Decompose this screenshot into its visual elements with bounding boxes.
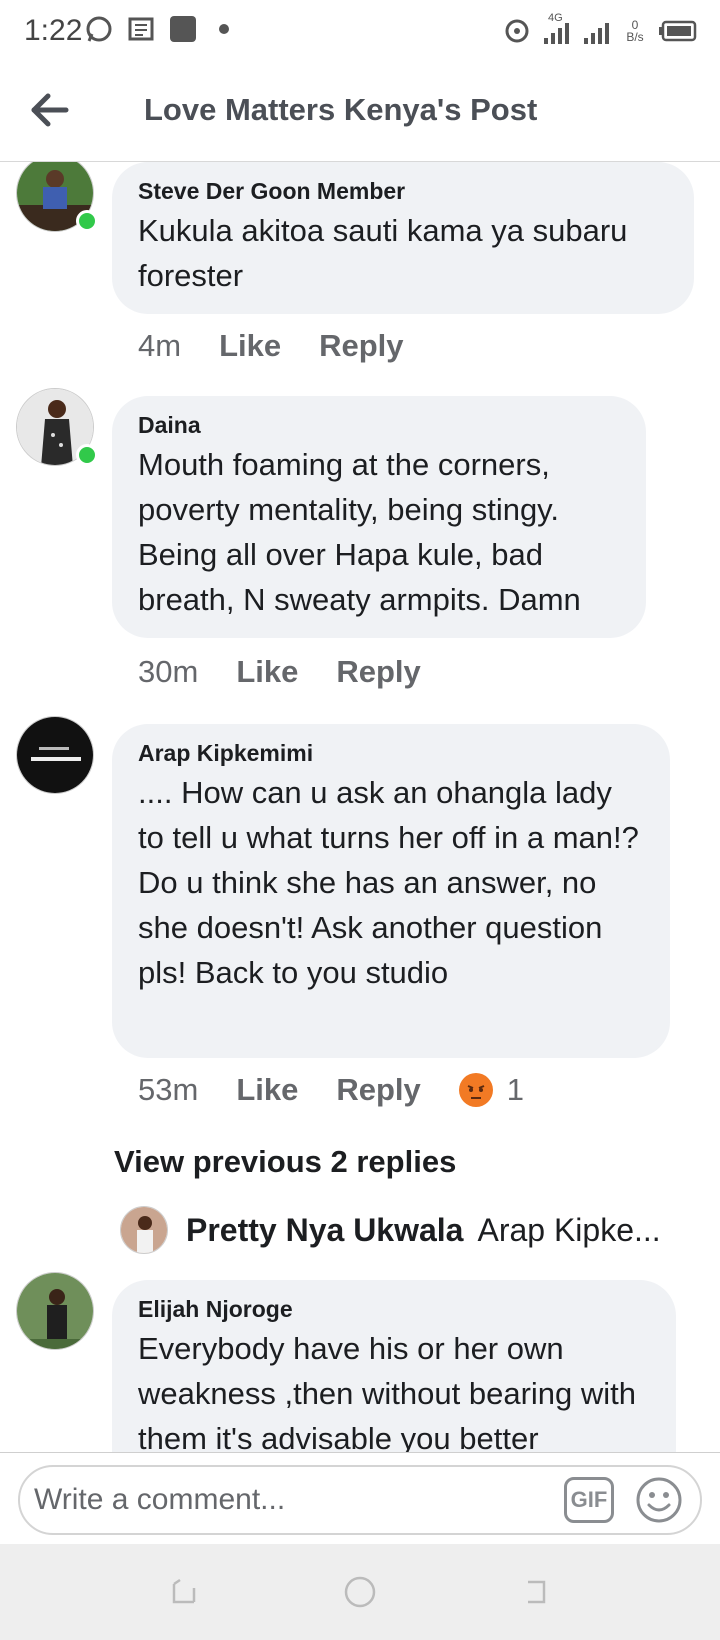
comment-author[interactable]: Arap Kipkemimi — [138, 738, 644, 768]
reply-author[interactable]: Pretty Nya Ukwala — [186, 1212, 463, 1249]
avatar-photo — [17, 717, 93, 793]
reply-button[interactable]: Reply — [319, 328, 403, 364]
comment-bubble[interactable]: Elijah Njoroge Everybody have his or her… — [112, 1280, 676, 1452]
back-arrow-icon[interactable] — [28, 88, 72, 132]
system-nav-bar — [0, 1544, 720, 1640]
signal-4g: 4G — [542, 12, 572, 46]
comment-text: Mouth foaming at the corners, poverty me… — [138, 447, 581, 617]
post-header: Love Matters Kenya's Post — [0, 66, 720, 162]
comment-actions: 53m Like Reply 1 — [138, 1072, 524, 1108]
view-previous-replies[interactable]: View previous 2 replies — [114, 1144, 456, 1180]
comment-author[interactable]: Steve Der Goon Member — [138, 176, 668, 206]
home-icon[interactable] — [342, 1574, 378, 1610]
reply-button[interactable]: Reply — [336, 654, 420, 690]
recents-icon[interactable] — [166, 1574, 202, 1610]
reply-button[interactable]: Reply — [336, 1072, 420, 1108]
comment-actions: 30m Like Reply — [138, 654, 459, 690]
avatar-photo — [17, 1273, 93, 1349]
avatar[interactable] — [120, 1206, 168, 1254]
comment-time: 30m — [138, 654, 199, 689]
reaction-count[interactable]: 1 — [507, 1072, 524, 1108]
comment-author[interactable]: Elijah Njoroge — [138, 1294, 650, 1324]
network-label: 4G — [548, 12, 563, 24]
comment-time: 4m — [138, 328, 182, 363]
system-icons: 4G 0 B/s — [502, 12, 698, 46]
comment-text: Kukula akitoa sauti kama ya subaru fores… — [138, 213, 628, 293]
comment-actions: 4m Like Reply — [138, 328, 442, 364]
angry-reaction-icon[interactable] — [458, 1073, 493, 1107]
avatar-photo — [121, 1207, 167, 1253]
comment-bubble[interactable]: Steve Der Goon Member Kukula akitoa saut… — [112, 162, 694, 314]
like-button[interactable]: Like — [219, 328, 281, 364]
comment-composer: GIF — [0, 1452, 720, 1544]
whatsapp-icon — [86, 16, 112, 42]
signal-icon-2 — [584, 23, 609, 44]
speed-unit: B/s — [626, 30, 644, 44]
avatar[interactable] — [16, 716, 94, 794]
status-bar: 1:22 4G 0 B/s — [0, 0, 720, 66]
battery-icon — [659, 20, 697, 42]
reply-text: Arap Kipke... — [477, 1211, 661, 1248]
page-title: Love Matters Kenya's Post — [144, 92, 538, 127]
comment-text: Everybody have his or her own weakness ,… — [138, 1331, 637, 1452]
avatar[interactable] — [16, 1272, 94, 1350]
comment-box[interactable]: GIF — [18, 1465, 702, 1535]
like-button[interactable]: Like — [236, 654, 298, 690]
hotspot-icon — [505, 19, 529, 43]
dot-icon — [219, 24, 229, 34]
notification-icons — [84, 14, 230, 44]
like-button[interactable]: Like — [236, 1072, 298, 1108]
comment-text: .... How can u ask an ohangla lady to te… — [138, 775, 639, 990]
reply-preview[interactable]: Pretty Nya Ukwala Arap Kipke... — [120, 1204, 680, 1256]
app-icon — [170, 16, 196, 42]
comment-input[interactable] — [34, 1475, 554, 1525]
online-indicator — [76, 444, 98, 466]
status-time: 1:22 — [24, 14, 83, 47]
comment-author[interactable]: Daina — [138, 410, 620, 440]
comment-time: 53m — [138, 1072, 199, 1107]
news-icon — [128, 17, 154, 41]
back-icon[interactable] — [518, 1574, 554, 1610]
online-indicator — [76, 210, 98, 232]
data-speed: 0 B/s — [622, 19, 648, 43]
comment-bubble[interactable]: Arap Kipkemimi .... How can u ask an oha… — [112, 724, 670, 1058]
comments-feed[interactable]: Steve Der Goon Member Kukula akitoa saut… — [0, 162, 720, 1452]
comment-bubble[interactable]: Daina Mouth foaming at the corners, pove… — [112, 396, 646, 638]
gif-button[interactable]: GIF — [564, 1477, 614, 1523]
emoji-icon[interactable] — [634, 1475, 684, 1525]
